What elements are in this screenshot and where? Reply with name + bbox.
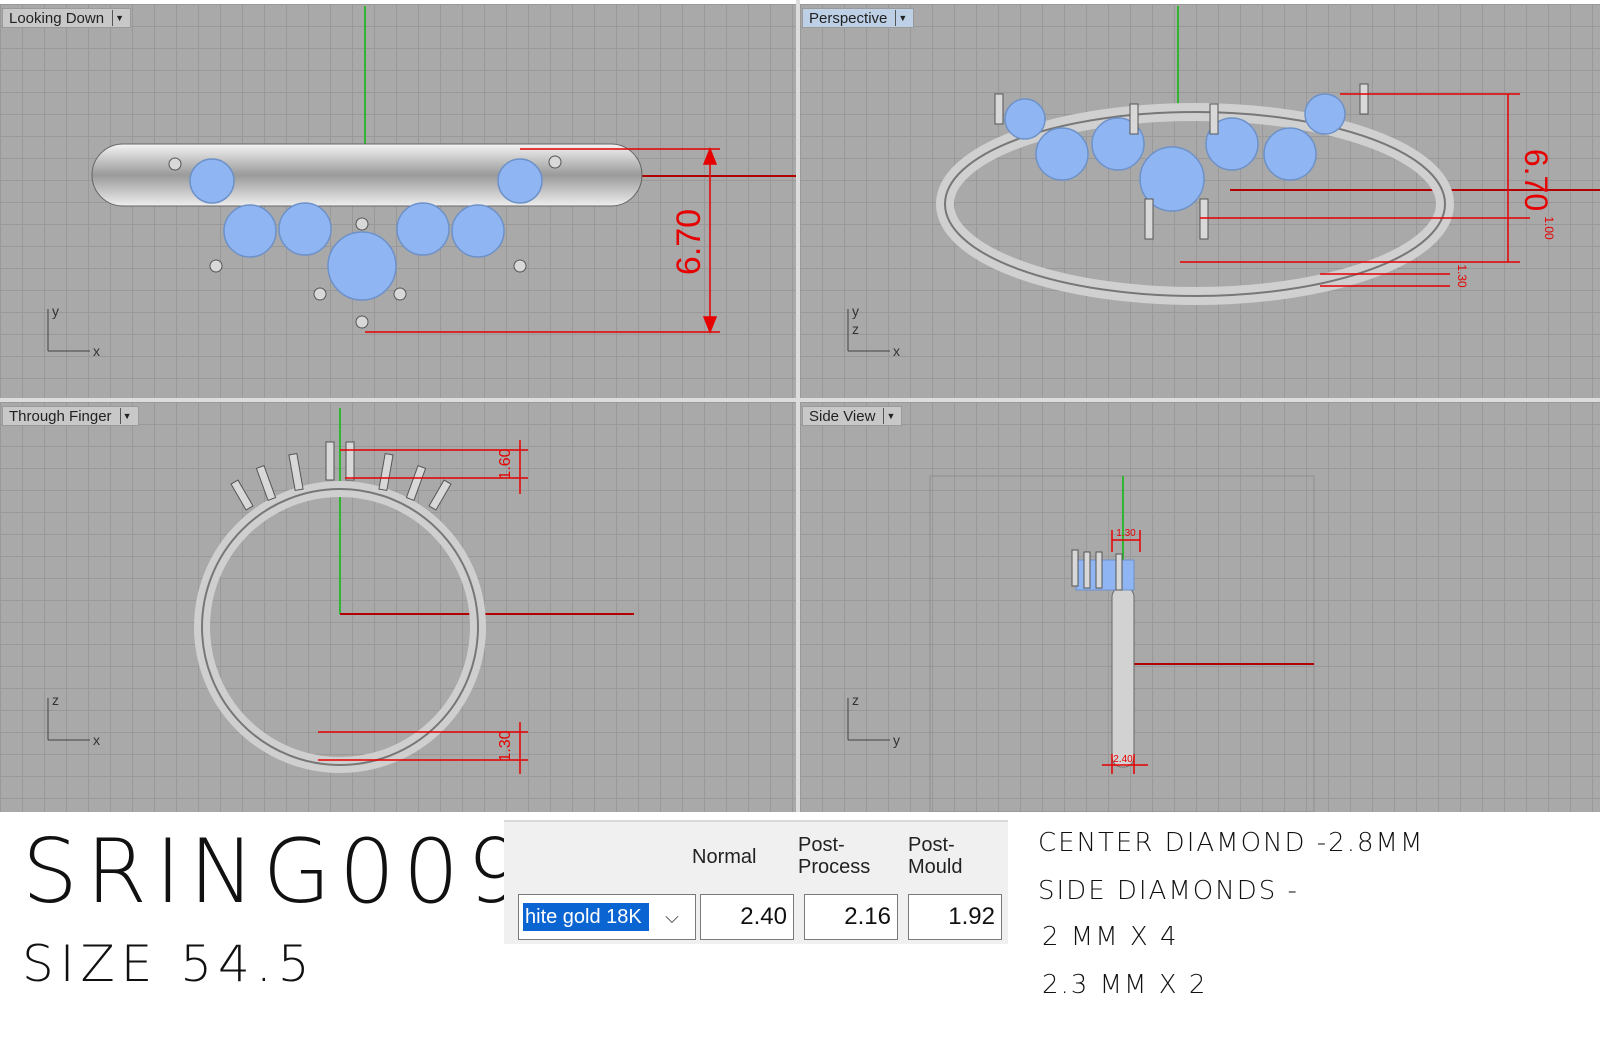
dimension-label: 6.70 bbox=[670, 209, 708, 275]
svg-text:z: z bbox=[852, 692, 859, 708]
weight-post-process-field[interactable]: 2.16 bbox=[804, 894, 898, 940]
svg-text:x: x bbox=[893, 343, 900, 359]
header-post-mould: Post- Mould bbox=[908, 834, 963, 878]
svg-text:x: x bbox=[93, 732, 100, 748]
axis-indicator: z x bbox=[47, 692, 100, 748]
product-code: SRING009 bbox=[22, 820, 531, 923]
dimension-label: 6.70 bbox=[1518, 149, 1554, 211]
viewport-title-side[interactable]: Side View ▼ bbox=[802, 406, 903, 426]
dimension-label: 1.60 bbox=[497, 448, 514, 479]
viewport-perspective[interactable]: Perspective ▼ 6.70 1.00 1.30 y z x bbox=[800, 4, 1600, 398]
dimension-label-small: 1.00 bbox=[1542, 216, 1556, 240]
svg-text:x: x bbox=[93, 343, 100, 359]
viewport-title-label: Perspective bbox=[809, 9, 888, 27]
metal-select-value: hite gold 18K bbox=[523, 903, 649, 931]
viewport-separator bbox=[796, 0, 800, 812]
weight-post-mould-field[interactable]: 1.92 bbox=[908, 894, 1002, 940]
viewport-title-label: Looking Down bbox=[9, 9, 105, 27]
ring-render-perspective: 6.70 1.00 1.30 y z x bbox=[847, 6, 1600, 359]
ring-band bbox=[91, 143, 643, 207]
svg-text:z: z bbox=[852, 321, 859, 337]
spec-center-diamond: CENTER DIAMOND -2.8MM bbox=[1038, 828, 1425, 858]
svg-text:y: y bbox=[52, 303, 59, 319]
viewport-title-top[interactable]: Looking Down ▼ bbox=[2, 8, 132, 28]
ring-render-front: 1.60 1.30 z x bbox=[47, 408, 634, 774]
ring-band bbox=[1111, 586, 1135, 768]
spec-side-title: SIDE DIAMONDS - bbox=[1038, 876, 1299, 906]
spec-side-1: 2 MM X 4 bbox=[1042, 922, 1179, 952]
dimension-label-small: 1.30 bbox=[1116, 528, 1136, 539]
viewport-top[interactable]: Looking Down ▼ 6.70 y x bbox=[0, 4, 796, 398]
svg-text:y: y bbox=[852, 303, 859, 319]
viewport-title-perspective[interactable]: Perspective ▼ bbox=[802, 8, 915, 28]
chevron-down-icon[interactable]: ▼ bbox=[119, 408, 134, 424]
product-size: SIZE 54.5 bbox=[22, 935, 316, 993]
spec-side-2: 2.3 MM X 2 bbox=[1042, 970, 1208, 1000]
dimension-label-small: 1.30 bbox=[1455, 264, 1469, 288]
chevron-down-icon[interactable]: ▼ bbox=[895, 10, 909, 26]
dimension-label: 1.30 bbox=[497, 730, 514, 761]
weight-normal-field[interactable]: 2.40 bbox=[700, 894, 794, 940]
viewport-title-label: Side View bbox=[809, 407, 876, 425]
chevron-down-icon[interactable]: ⌵ bbox=[659, 907, 685, 928]
weight-calculator: Normal Post- Process Post- Mould hite go… bbox=[504, 820, 1008, 944]
svg-text:z: z bbox=[52, 692, 59, 708]
ring-render-top: 6.70 y x bbox=[47, 6, 796, 359]
viewport-front[interactable]: Through Finger ▼ 1.60 1.30 z x bbox=[0, 402, 796, 812]
svg-text:y: y bbox=[893, 732, 900, 748]
viewport-side[interactable]: Side View ▼ 1.30 2.40 z y bbox=[800, 402, 1600, 812]
axis-indicator: y z x bbox=[847, 303, 900, 359]
dimension-label-small: 2.40 bbox=[1113, 754, 1133, 765]
axis-indicator: z y bbox=[847, 692, 900, 748]
metal-select[interactable]: hite gold 18K ⌵ bbox=[518, 894, 696, 940]
chevron-down-icon[interactable]: ▼ bbox=[883, 408, 897, 424]
header-normal: Normal bbox=[692, 846, 757, 868]
viewport-title-front[interactable]: Through Finger ▼ bbox=[2, 406, 139, 426]
ring-band bbox=[936, 103, 1454, 305]
chevron-down-icon[interactable]: ▼ bbox=[112, 10, 126, 26]
header-post-process: Post- Process bbox=[798, 834, 871, 878]
viewport-title-label: Through Finger bbox=[9, 407, 112, 425]
ring-render-side: 1.30 2.40 z y bbox=[847, 475, 1315, 812]
viewport-separator bbox=[0, 398, 1600, 402]
axis-indicator: y x bbox=[47, 303, 100, 359]
